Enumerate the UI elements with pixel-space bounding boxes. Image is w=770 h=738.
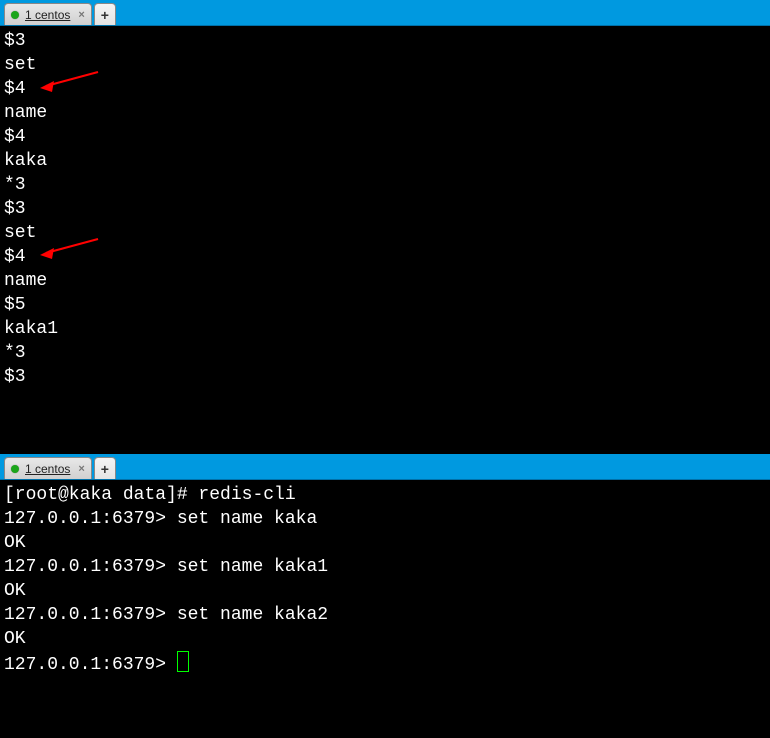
connection-status-dot-icon xyxy=(11,11,19,19)
close-tab-icon[interactable]: × xyxy=(78,463,84,475)
bottom-terminal[interactable]: [root@kaka data]# redis-cli127.0.0.1:637… xyxy=(0,480,770,738)
tab-label: 1 centos xyxy=(25,462,70,476)
bottom-title-bar: 1 centos × + xyxy=(0,454,770,480)
close-tab-icon[interactable]: × xyxy=(78,9,84,21)
terminal-line: $5 xyxy=(4,293,766,317)
new-tab-button[interactable]: + xyxy=(94,3,116,25)
terminal-line: 127.0.0.1:6379> set name kaka xyxy=(4,507,766,531)
tab-label: 1 centos xyxy=(25,8,70,22)
tab-centos-top[interactable]: 1 centos × xyxy=(4,3,92,25)
top-terminal[interactable]: $3set$4name$4kaka*3$3set$4name$5kaka1*3$… xyxy=(0,26,770,456)
top-terminal-pane: 1 centos × + $3set$4name$4kaka*3$3set$4n… xyxy=(0,0,770,455)
terminal-line: $4 xyxy=(4,125,766,149)
top-title-bar: 1 centos × + xyxy=(0,0,770,26)
terminal-line: [root@kaka data]# redis-cli xyxy=(4,483,766,507)
terminal-line: $3 xyxy=(4,197,766,221)
terminal-line: 127.0.0.1:6379> set name kaka1 xyxy=(4,555,766,579)
bottom-tab-strip: 1 centos × + xyxy=(4,457,118,479)
terminal-line: $3 xyxy=(4,29,766,53)
top-tab-strip: 1 centos × + xyxy=(4,3,118,25)
terminal-line: $4 xyxy=(4,245,766,269)
terminal-line: 127.0.0.1:6379> xyxy=(4,651,766,677)
tab-centos-bottom[interactable]: 1 centos × xyxy=(4,457,92,479)
plus-icon: + xyxy=(101,7,109,23)
terminal-line: *3 xyxy=(4,173,766,197)
terminal-line: name xyxy=(4,269,766,293)
cursor xyxy=(177,651,189,672)
terminal-line: 127.0.0.1:6379> set name kaka2 xyxy=(4,603,766,627)
plus-icon: + xyxy=(101,461,109,477)
new-tab-button[interactable]: + xyxy=(94,457,116,479)
terminal-line: set xyxy=(4,53,766,77)
connection-status-dot-icon xyxy=(11,465,19,473)
terminal-line: kaka xyxy=(4,149,766,173)
terminal-line: OK xyxy=(4,531,766,555)
terminal-line: set xyxy=(4,221,766,245)
terminal-line: name xyxy=(4,101,766,125)
terminal-line: OK xyxy=(4,627,766,651)
terminal-line: OK xyxy=(4,579,766,603)
bottom-terminal-pane: 1 centos × + [root@kaka data]# redis-cli… xyxy=(0,454,770,737)
terminal-line: $4 xyxy=(4,77,766,101)
terminal-line: kaka1 xyxy=(4,317,766,341)
terminal-line: *3 xyxy=(4,341,766,365)
terminal-line: $3 xyxy=(4,365,766,389)
